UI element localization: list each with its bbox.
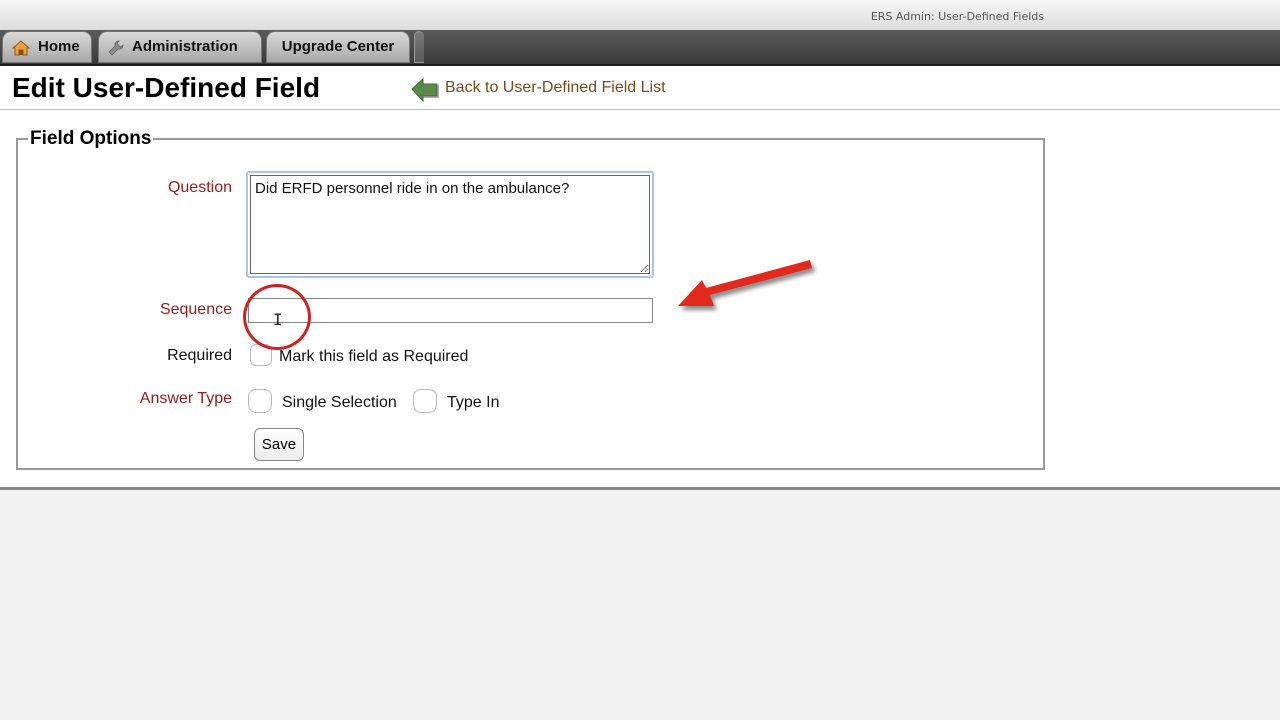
back-arrow-icon bbox=[411, 77, 439, 102]
window-title: ERS Admin: User-Defined Fields bbox=[870, 10, 1044, 23]
main-nav: Home Administration Upgrade Center bbox=[0, 30, 1280, 66]
question-field-wrapper bbox=[246, 171, 654, 278]
type-in-radio[interactable] bbox=[413, 389, 437, 413]
nav-home-label: Home bbox=[38, 38, 80, 55]
question-textarea[interactable] bbox=[250, 175, 650, 274]
required-option-text: Mark this field as Required bbox=[279, 348, 469, 365]
nav-administration-label: Administration bbox=[132, 38, 238, 55]
save-button[interactable]: Save bbox=[254, 428, 304, 461]
required-label: Required bbox=[167, 347, 232, 364]
wrench-icon bbox=[108, 40, 124, 56]
page-header: Edit User-Defined Field Back to User-Def… bbox=[0, 66, 1280, 110]
field-options-legend: Field Options bbox=[30, 128, 152, 149]
nav-tab-end bbox=[414, 31, 424, 63]
page-title: Edit User-Defined Field bbox=[12, 72, 321, 103]
sequence-input[interactable] bbox=[248, 298, 653, 323]
back-link-text: Back to User-Defined Field List bbox=[445, 79, 666, 96]
home-icon bbox=[12, 40, 30, 56]
type-in-text: Type In bbox=[447, 394, 500, 411]
question-label: Question bbox=[167, 179, 232, 196]
answer-type-label: Answer Type bbox=[139, 390, 232, 407]
single-selection-radio[interactable] bbox=[248, 389, 272, 413]
nav-upgrade-center-button[interactable]: Upgrade Center bbox=[266, 31, 410, 63]
single-selection-text: Single Selection bbox=[282, 394, 397, 411]
nav-upgrade-center-label: Upgrade Center bbox=[281, 38, 395, 55]
required-checkbox[interactable] bbox=[250, 344, 272, 366]
window-title-bar: ERS Admin: User-Defined Fields bbox=[0, 0, 1280, 30]
sequence-label: Sequence bbox=[159, 301, 232, 318]
nav-administration-button[interactable]: Administration bbox=[98, 31, 262, 63]
nav-home-button[interactable]: Home bbox=[2, 31, 92, 63]
